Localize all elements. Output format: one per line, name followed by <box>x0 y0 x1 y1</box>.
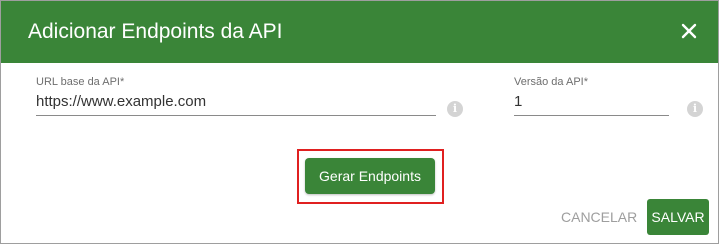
save-button[interactable]: SALVAR <box>647 199 709 235</box>
base-url-label: URL base da API* <box>36 76 125 88</box>
base-url-underline <box>36 115 436 116</box>
api-version-label: Versão da API* <box>514 76 588 88</box>
dialog-header: Adicionar Endpoints da API <box>1 1 718 63</box>
dialog-title: Adicionar Endpoints da API <box>28 20 283 43</box>
info-icon[interactable]: i <box>687 101 703 117</box>
cancel-button[interactable]: CANCELAR <box>561 202 637 232</box>
api-version-underline <box>514 115 669 116</box>
generate-endpoints-button[interactable]: Gerar Endpoints <box>305 158 435 194</box>
api-version-input[interactable] <box>514 92 664 112</box>
info-icon[interactable]: i <box>447 101 463 117</box>
close-icon[interactable] <box>674 16 704 46</box>
base-url-input[interactable] <box>36 92 431 112</box>
add-api-endpoints-dialog: Adicionar Endpoints da API URL base da A… <box>0 0 719 244</box>
